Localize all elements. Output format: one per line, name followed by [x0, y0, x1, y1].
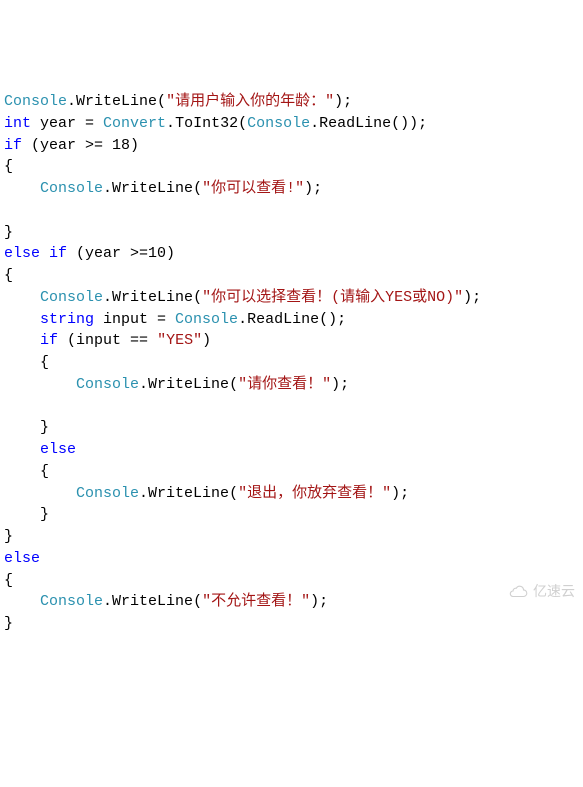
token-ident: WriteLine [112, 180, 193, 197]
token-ident: WriteLine [112, 289, 193, 306]
token-str: "你可以查看!" [202, 180, 304, 197]
code-line [4, 200, 579, 222]
token-punct: } [40, 419, 49, 436]
token-punct: ( [193, 180, 202, 197]
token-punct: . [103, 180, 112, 197]
code-line: { [4, 461, 579, 483]
token-ident: WriteLine [112, 593, 193, 610]
code-line: if (input == "YES") [4, 330, 579, 352]
code-line: } [4, 222, 579, 244]
token-punct: (); [319, 311, 346, 328]
token-ident: input = [94, 311, 175, 328]
token-ident: WriteLine [76, 93, 157, 110]
token-punct: ); [463, 289, 481, 306]
token-punct: . [139, 485, 148, 502]
token-kw: int [4, 115, 31, 132]
token-type: Console [247, 115, 310, 132]
token-punct: ( [229, 376, 238, 393]
code-line: else [4, 439, 579, 461]
token-punct: ()); [391, 115, 427, 132]
token-punct: . [310, 115, 319, 132]
token-type: Convert [103, 115, 166, 132]
token-ident: (year >= 18) [22, 137, 139, 154]
code-block: Console.WriteLine("请用户输入你的年龄：");int year… [4, 91, 579, 635]
token-str: "退出，你放弃查看！" [238, 485, 391, 502]
code-line: { [4, 570, 579, 592]
token-ident: WriteLine [148, 376, 229, 393]
token-type: Console [40, 593, 103, 610]
token-ident: year = [31, 115, 103, 132]
token-punct: ); [304, 180, 322, 197]
token-punct: . [103, 593, 112, 610]
code-line: Console.WriteLine("退出，你放弃查看！"); [4, 483, 579, 505]
token-punct: { [40, 463, 49, 480]
token-kw: else [4, 550, 40, 567]
token-punct: ); [310, 593, 328, 610]
token-ident: ReadLine [247, 311, 319, 328]
code-line: else [4, 548, 579, 570]
token-type: Console [175, 311, 238, 328]
code-line: { [4, 352, 579, 374]
token-type: Console [4, 93, 67, 110]
code-line: if (year >= 18) [4, 135, 579, 157]
token-punct: . [67, 93, 76, 110]
token-punct: { [4, 158, 13, 175]
token-punct: . [166, 115, 175, 132]
token-punct: ( [157, 93, 166, 110]
code-line: { [4, 156, 579, 178]
token-punct: ( [238, 115, 247, 132]
code-line: } [4, 613, 579, 635]
code-line [4, 396, 579, 418]
token-ident: ToInt32 [175, 115, 238, 132]
token-punct: } [40, 506, 49, 523]
code-line: else if (year >=10) [4, 243, 579, 265]
token-punct: ); [334, 93, 352, 110]
token-ident: (year >=10) [67, 245, 175, 262]
token-punct: ( [193, 289, 202, 306]
token-type: Console [40, 289, 103, 306]
token-punct: { [40, 354, 49, 371]
code-line: } [4, 504, 579, 526]
code-line: string input = Console.ReadLine(); [4, 309, 579, 331]
token-str: "请你查看！" [238, 376, 331, 393]
token-kw: else if [4, 245, 67, 262]
token-punct: } [4, 528, 13, 545]
token-punct: { [4, 267, 13, 284]
token-ident: ReadLine [319, 115, 391, 132]
token-punct: { [4, 572, 13, 589]
token-punct: ); [391, 485, 409, 502]
token-ident: WriteLine [148, 485, 229, 502]
token-str: "你可以选择查看！(请输入YES或NO)" [202, 289, 463, 306]
code-line: Console.WriteLine("你可以查看!"); [4, 178, 579, 200]
token-type: Console [76, 376, 139, 393]
code-line: Console.WriteLine("不允许查看！"); [4, 591, 579, 613]
token-kw: if [4, 137, 22, 154]
code-line: int year = Convert.ToInt32(Console.ReadL… [4, 113, 579, 135]
token-str: "请用户输入你的年龄：" [166, 93, 334, 110]
token-kw: if [40, 332, 58, 349]
token-type: Console [40, 180, 103, 197]
token-punct: ) [202, 332, 211, 349]
token-punct: . [238, 311, 247, 328]
token-ident: (input == [58, 332, 157, 349]
token-str: "YES" [157, 332, 202, 349]
token-punct: ); [331, 376, 349, 393]
token-kw: else [40, 441, 76, 458]
code-line: } [4, 417, 579, 439]
code-line: Console.WriteLine("请你查看！"); [4, 374, 579, 396]
code-line: Console.WriteLine("请用户输入你的年龄："); [4, 91, 579, 113]
token-punct: . [103, 289, 112, 306]
token-punct: } [4, 615, 13, 632]
token-str: "不允许查看！" [202, 593, 310, 610]
code-line: Console.WriteLine("你可以选择查看！(请输入YES或NO)")… [4, 287, 579, 309]
token-punct: ( [229, 485, 238, 502]
token-punct: } [4, 224, 13, 241]
token-kw: string [40, 311, 94, 328]
token-punct: ( [193, 593, 202, 610]
token-punct: . [139, 376, 148, 393]
token-type: Console [76, 485, 139, 502]
code-line: } [4, 526, 579, 548]
code-line: { [4, 265, 579, 287]
